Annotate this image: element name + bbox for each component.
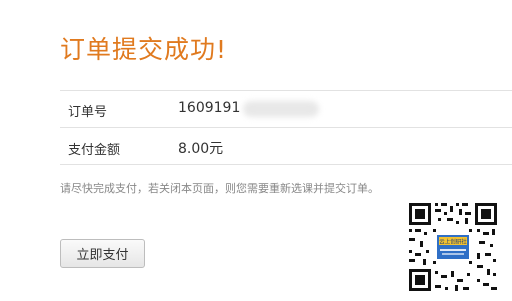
qr-logo-text: 云上创研社 (439, 238, 467, 246)
qr-finder-top-left (409, 203, 431, 225)
redacted-order-number (243, 101, 319, 117)
qr-code-icon: 云上创研社 (405, 199, 501, 295)
qr-center-logo: 云上创研社 (435, 233, 471, 261)
divider (60, 164, 512, 165)
divider (60, 90, 512, 91)
order-success-page: 订单提交成功! 订单号 1609191 支付金额 8.00元 请尽快完成支付，若… (0, 0, 512, 301)
payment-amount-label: 支付金额 (68, 143, 121, 158)
page-title: 订单提交成功! (60, 35, 228, 64)
order-number-label: 订单号 (68, 105, 108, 120)
payment-amount-value: 8.00元 (178, 141, 224, 157)
payment-notice: 请尽快完成支付，若关闭本页面，则您需要重新选课并提交订单。 (60, 182, 379, 195)
qr-finder-top-right (475, 203, 497, 225)
pay-now-button[interactable]: 立即支付 (60, 239, 145, 268)
qr-finder-bottom-left (409, 269, 431, 291)
order-number-value: 1609191 (178, 100, 241, 116)
divider (60, 127, 512, 128)
